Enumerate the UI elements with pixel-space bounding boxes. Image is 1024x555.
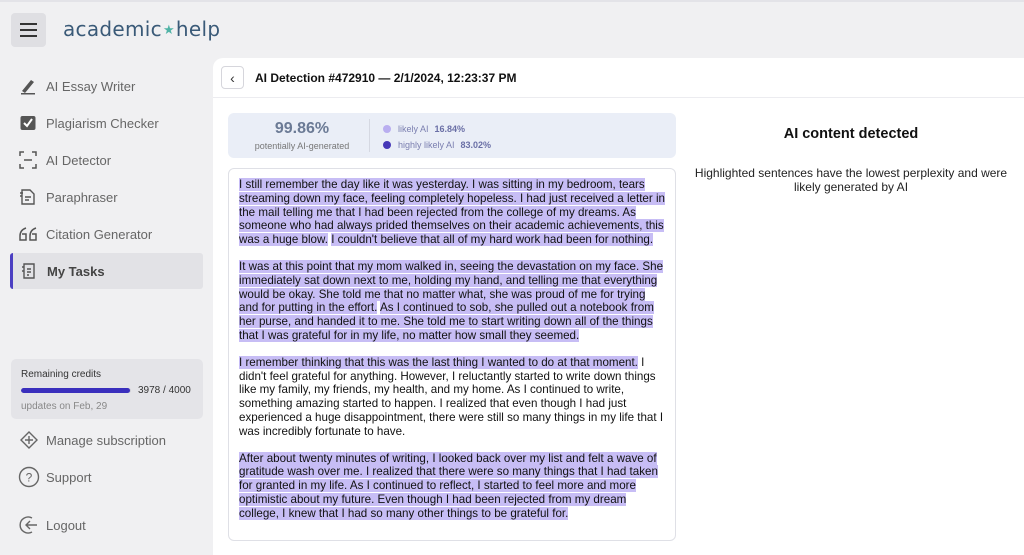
divider	[369, 119, 370, 152]
result-description: Highlighted sentences have the lowest pe…	[694, 166, 1008, 194]
text-paragraph: It was at this point that my mom walked …	[239, 259, 665, 343]
sidebar-item-ai-detector[interactable]: AI Detector	[10, 142, 203, 178]
document-edit-icon	[18, 187, 38, 207]
ai-score-label: potentially AI-generated	[254, 141, 350, 151]
diamond-icon	[18, 429, 40, 451]
scan-icon	[18, 150, 38, 170]
sidebar-nav: AI Essay Writer Plagiarism Checker AI De…	[10, 68, 203, 290]
chevron-left-icon: ‹	[230, 69, 235, 86]
sidebar-item-label: Paraphraser	[46, 189, 118, 205]
check-square-icon	[18, 113, 38, 133]
text-paragraph: After about twenty minutes of writing, I…	[239, 451, 665, 521]
svg-text:?: ?	[26, 471, 33, 485]
text-paragraph: I still remember the day like it was yes…	[239, 178, 665, 247]
sidebar-item-label: My Tasks	[47, 263, 105, 279]
star-icon: ★	[162, 23, 175, 38]
legend-likely-ai: likely AI 16.84%	[383, 121, 491, 137]
main-panel: ‹ AI Detection #472910 — 2/1/2024, 12:23…	[213, 58, 1024, 555]
sidebar-item-label: AI Essay Writer	[46, 78, 136, 94]
highlighted-sentence: After about twenty minutes of writing, I…	[239, 451, 658, 520]
credits-updates: updates on Feb, 29	[21, 401, 108, 412]
sidebar-item-plagiarism-checker[interactable]: Plagiarism Checker	[10, 105, 203, 141]
detection-stats: 99.86% potentially AI-generated likely A…	[228, 113, 676, 158]
sidebar-item-paraphraser[interactable]: Paraphraser	[10, 179, 203, 215]
credits-card: Remaining credits 3978 / 4000 updates on…	[11, 359, 203, 419]
sidebar-item-label: Citation Generator	[46, 226, 153, 242]
credits-count: 3978 / 4000	[138, 385, 191, 396]
text-paragraph: I remember thinking that this was the la…	[239, 355, 665, 439]
credits-title: Remaining credits	[21, 369, 102, 380]
sidebar-item-my-tasks[interactable]: My Tasks	[10, 253, 203, 289]
page-title: AI Detection #472910 — 2/1/2024, 12:23:3…	[255, 70, 517, 85]
result-summary: AI content detected Highlighted sentence…	[683, 126, 1019, 194]
legend-highly-likely-ai: highly likely AI 83.02%	[383, 137, 491, 153]
back-button[interactable]: ‹	[221, 66, 244, 89]
logo[interactable]: academic★help	[63, 17, 220, 41]
legend-dot-icon	[383, 125, 391, 133]
hamburger-icon	[20, 23, 37, 25]
help-circle-icon: ?	[18, 466, 40, 488]
result-title: AI content detected	[783, 126, 919, 142]
legend-dot-icon	[383, 141, 391, 149]
top-border	[0, 0, 1024, 2]
main-header: ‹ AI Detection #472910 — 2/1/2024, 12:23…	[213, 58, 1024, 98]
highlighted-sentence: I couldn't believe that all of my hard w…	[331, 233, 654, 247]
menu-button[interactable]	[11, 13, 46, 47]
pen-icon	[18, 76, 38, 96]
ai-score: 99.86% potentially AI-generated	[228, 113, 376, 151]
sidebar-item-citation-generator[interactable]: Citation Generator	[10, 216, 203, 252]
credits-progress-fill	[21, 388, 131, 393]
logout-icon	[18, 514, 40, 536]
sidebar-item-ai-essay-writer[interactable]: AI Essay Writer	[10, 68, 203, 104]
sidebar-item-label: Plagiarism Checker	[46, 115, 159, 131]
sidebar-item-label: AI Detector	[46, 152, 112, 168]
logout-link[interactable]: Logout	[18, 514, 86, 536]
quote-icon	[18, 224, 38, 244]
analyzed-text: I still remember the day like it was yes…	[228, 168, 676, 541]
credits-progress-bar	[21, 388, 131, 393]
manage-subscription-link[interactable]: Manage subscription	[18, 429, 166, 451]
support-link[interactable]: ? Support	[18, 466, 92, 488]
legend: likely AI 16.84% highly likely AI 83.02%	[383, 121, 491, 153]
ai-score-value: 99.86%	[274, 120, 330, 137]
tasks-icon	[19, 261, 39, 281]
highlighted-sentence: I remember thinking that this was the la…	[239, 355, 638, 369]
